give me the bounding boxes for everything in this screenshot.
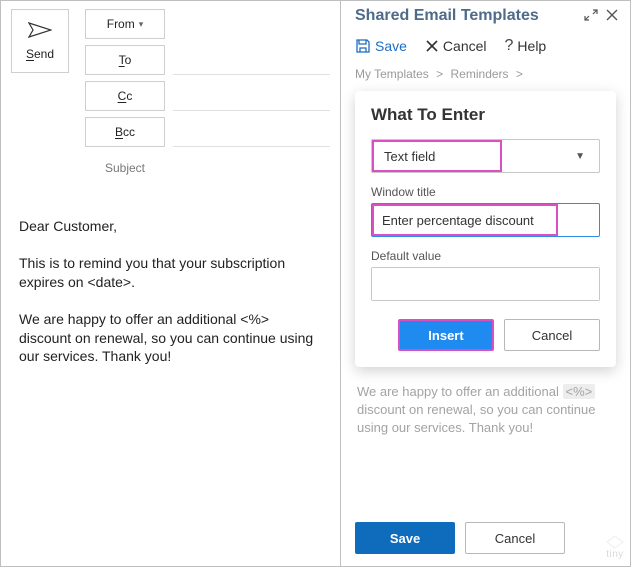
body-para-1: This is to remind you that your subscrip… bbox=[19, 254, 324, 292]
to-field[interactable] bbox=[173, 45, 330, 75]
from-button[interactable]: From ▾ bbox=[85, 9, 165, 39]
compose-pane: Send From ▾ To Cc bbox=[1, 1, 341, 566]
cc-field[interactable] bbox=[173, 81, 330, 111]
bcc-button[interactable]: Bcc bbox=[85, 117, 165, 147]
default-value-input[interactable] bbox=[372, 268, 599, 300]
close-icon[interactable] bbox=[606, 9, 618, 24]
footer-cancel-button[interactable]: Cancel bbox=[465, 522, 565, 554]
subject-field[interactable] bbox=[165, 157, 330, 179]
send-icon bbox=[28, 22, 52, 41]
breadcrumb-item[interactable]: My Templates bbox=[355, 67, 429, 81]
templates-pane: Shared Email Templates Save bbox=[341, 1, 630, 566]
pane-title: Shared Email Templates bbox=[355, 7, 539, 25]
popout-icon[interactable] bbox=[584, 9, 598, 24]
insert-button[interactable]: Insert bbox=[398, 319, 494, 351]
footer-save-button[interactable]: Save bbox=[355, 522, 455, 554]
field-type-value: Text field bbox=[372, 149, 447, 164]
chevron-down-icon: ▼ bbox=[561, 151, 599, 162]
email-body[interactable]: Dear Customer, This is to remind you tha… bbox=[1, 187, 340, 382]
to-button[interactable]: To bbox=[85, 45, 165, 75]
breadcrumb-item[interactable]: Reminders bbox=[451, 67, 509, 81]
default-value-label: Default value bbox=[371, 249, 600, 263]
body-greeting: Dear Customer, bbox=[19, 217, 324, 236]
send-button[interactable]: Send bbox=[11, 9, 69, 73]
dialog-cancel-button[interactable]: Cancel bbox=[504, 319, 600, 351]
what-to-enter-dialog: What To Enter Text field ▼ Window title … bbox=[355, 91, 616, 367]
toolbar-cancel-button[interactable]: Cancel bbox=[425, 38, 487, 54]
bcc-field[interactable] bbox=[173, 117, 330, 147]
chevron-down-icon: ▾ bbox=[139, 19, 144, 30]
placeholder-token: <%> bbox=[563, 384, 596, 399]
body-para-2: We are happy to offer an additional <%> … bbox=[19, 310, 324, 367]
window-title-input[interactable] bbox=[372, 204, 599, 236]
window-title-label: Window title bbox=[371, 185, 600, 199]
toolbar: Save Cancel ? Help bbox=[341, 31, 630, 63]
template-preview: We are happy to offer an additional <%> … bbox=[341, 377, 630, 444]
cancel-icon bbox=[425, 39, 439, 53]
cc-button[interactable]: Cc bbox=[85, 81, 165, 111]
save-icon bbox=[355, 38, 371, 54]
dialog-title: What To Enter bbox=[371, 105, 600, 125]
subject-label: Subject bbox=[85, 161, 165, 175]
send-label: end bbox=[34, 47, 54, 61]
breadcrumb: My Templates > Reminders > bbox=[341, 63, 630, 87]
toolbar-help-button[interactable]: ? Help bbox=[505, 37, 547, 55]
toolbar-save-button[interactable]: Save bbox=[355, 38, 407, 54]
help-icon: ? bbox=[505, 37, 514, 55]
field-type-select[interactable]: Text field ▼ bbox=[371, 139, 600, 173]
